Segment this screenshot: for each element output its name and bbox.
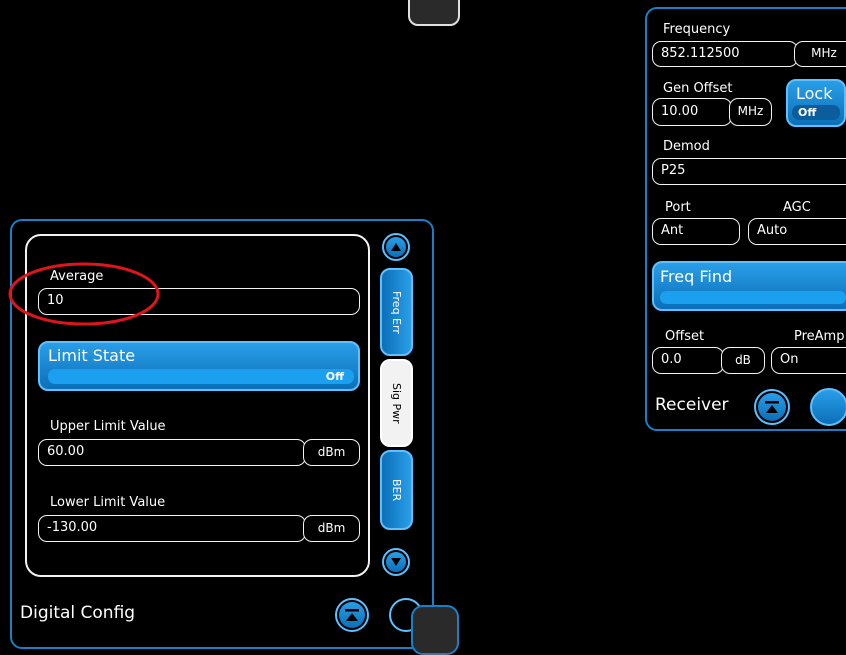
lock-value: Off — [798, 106, 817, 119]
lower-limit-unit: dBm — [303, 515, 360, 542]
frequency-label: Frequency — [663, 22, 731, 37]
upper-limit-label: Upper Limit Value — [50, 419, 166, 434]
collapse-icon — [758, 393, 786, 421]
tab-ber[interactable]: BER — [380, 450, 413, 530]
frequency-field[interactable]: 852.112500 — [652, 41, 798, 67]
limit-state-value: Off — [325, 370, 344, 383]
offset-field[interactable]: 0.0 — [652, 347, 724, 374]
freq-find-label: Freq Find — [660, 267, 733, 286]
scroll-up-button[interactable] — [382, 233, 410, 261]
freq-find-button[interactable]: Freq Find — [652, 261, 846, 311]
collapse-icon — [339, 602, 365, 628]
preamp-field[interactable]: On — [771, 347, 846, 374]
tab-sig-pwr[interactable]: Sig Pwr — [380, 359, 413, 447]
preamp-label: PreAmp — [794, 329, 845, 344]
offset-unit: dB — [721, 347, 765, 374]
top-tab-handle[interactable] — [408, 0, 460, 26]
offset-label: Offset — [665, 329, 705, 344]
upper-limit-field[interactable]: 60.00 — [38, 439, 306, 466]
port-field[interactable]: Ant — [652, 218, 740, 245]
tab-freq-err[interactable]: Freq Err — [380, 268, 413, 356]
chevron-up-icon — [386, 237, 406, 257]
freq-find-track — [660, 291, 846, 304]
agc-label: AGC — [783, 200, 811, 215]
gen-offset-field[interactable]: 10.00 — [652, 98, 732, 126]
demod-label: Demod — [663, 139, 710, 154]
frequency-unit: MHz — [794, 41, 846, 67]
chevron-down-icon — [386, 552, 406, 572]
demod-field[interactable]: P25 — [652, 158, 846, 185]
bottom-tab-handle[interactable] — [411, 605, 459, 655]
receiver-collapse-button[interactable] — [754, 389, 790, 425]
tab-freq-err-label: Freq Err — [390, 290, 403, 334]
tab-sig-pwr-label: Sig Pwr — [390, 382, 403, 424]
lower-limit-field[interactable]: -130.00 — [38, 515, 306, 542]
limit-state-toggle[interactable]: Limit State Off — [38, 341, 360, 391]
digital-config-title: Digital Config — [20, 603, 136, 623]
gen-offset-unit: MHz — [729, 98, 772, 126]
upper-limit-unit: dBm — [303, 439, 360, 466]
port-label: Port — [665, 200, 691, 215]
receiver-extra-button[interactable] — [810, 388, 846, 426]
limit-state-label: Limit State — [48, 346, 136, 365]
digital-config-collapse-button[interactable] — [335, 598, 369, 632]
lower-limit-label: Lower Limit Value — [50, 495, 166, 510]
annotation-circle — [8, 262, 160, 326]
lock-label: Lock — [796, 84, 833, 103]
agc-field[interactable]: Auto — [748, 218, 846, 245]
gen-offset-label: Gen Offset — [663, 81, 733, 96]
receiver-title: Receiver — [655, 395, 729, 415]
limit-state-track: Off — [48, 369, 354, 384]
receiver-panel: Frequency 852.112500 MHz Gen Offset 10.0… — [645, 7, 846, 431]
scroll-down-button[interactable] — [382, 548, 410, 576]
lock-toggle[interactable]: Lock Off — [786, 79, 846, 127]
lock-track: Off — [792, 105, 840, 120]
tab-ber-label: BER — [390, 478, 403, 502]
